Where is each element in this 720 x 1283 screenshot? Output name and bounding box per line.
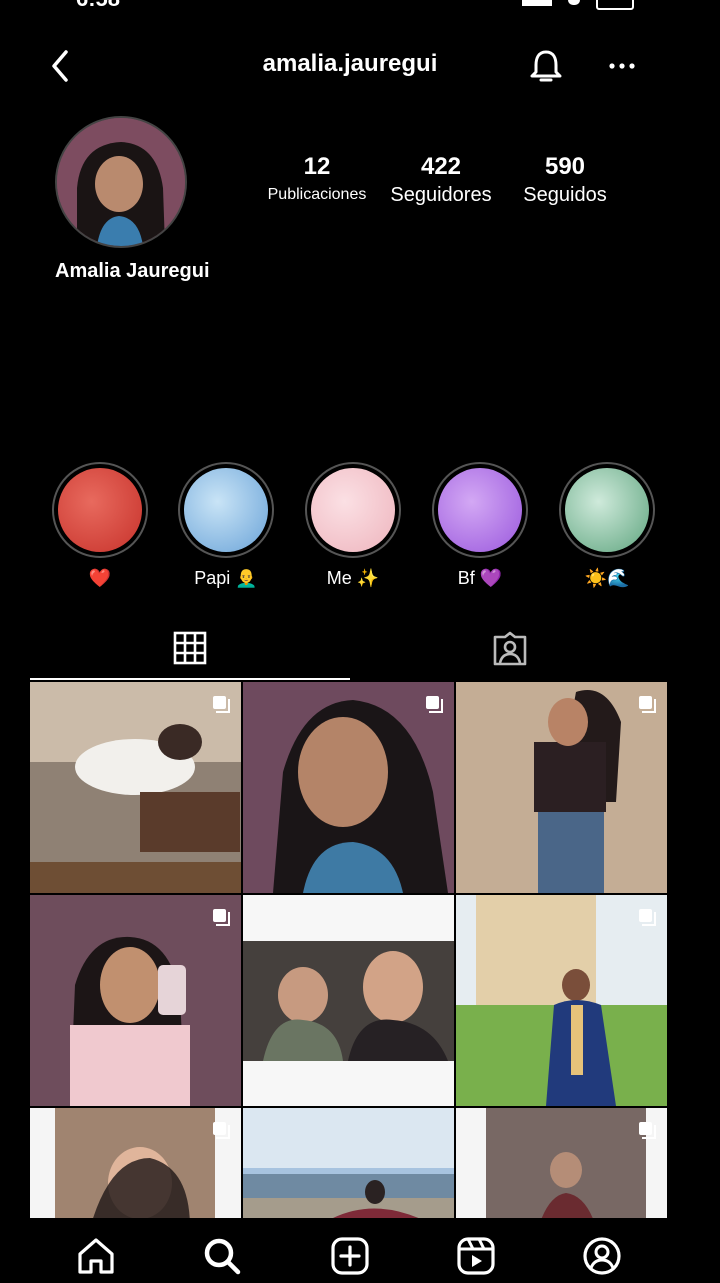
highlight-caption: ❤️ <box>88 568 112 588</box>
following-label: Seguidos <box>523 184 607 206</box>
highlight-cover <box>565 468 649 552</box>
followers-label: Seguidores <box>390 184 492 206</box>
posts-count: 12 <box>303 153 331 180</box>
highlight-item[interactable]: ❤️ <box>52 462 148 589</box>
profile-username: amalia.jauregui <box>262 50 438 77</box>
stat-posts[interactable]: 12 Publicaciones <box>256 152 378 208</box>
highlight-ring <box>178 462 274 558</box>
highlight-ring <box>432 462 528 558</box>
grid-icon <box>173 631 207 665</box>
multiple-photos-icon <box>213 1122 230 1139</box>
highlight-cover <box>184 468 268 552</box>
post-thumbnail[interactable] <box>30 682 241 893</box>
tab-posts-grid[interactable] <box>30 618 350 680</box>
post-thumbnail[interactable] <box>243 895 454 1106</box>
post-thumbnail[interactable] <box>243 1108 454 1218</box>
profile-tabs <box>30 618 670 680</box>
highlight-item[interactable]: Bf 💜 <box>432 462 528 589</box>
reels-icon[interactable] <box>454 1234 498 1278</box>
highlight-ring <box>305 462 401 558</box>
search-icon[interactable] <box>200 1234 244 1278</box>
following-count: 590 <box>544 153 586 180</box>
profile-full-name: Amalia Jauregui <box>55 260 210 282</box>
signal-icon <box>522 0 552 6</box>
profile-header: amalia.jauregui <box>0 36 720 96</box>
highlight-cover <box>311 468 395 552</box>
posts-grid <box>30 682 670 1218</box>
profile-avatar[interactable] <box>55 116 187 248</box>
highlight-caption: ☀️🌊 <box>584 568 630 588</box>
tab-tagged[interactable] <box>350 618 670 680</box>
highlight-caption: Bf 💜 <box>457 568 503 588</box>
post-thumbnail[interactable] <box>456 895 667 1106</box>
post-thumbnail[interactable] <box>30 1108 241 1218</box>
multiple-photos-icon <box>639 909 656 926</box>
more-options-icon[interactable] <box>600 44 644 88</box>
followers-count: 422 <box>420 153 462 180</box>
highlight-cover <box>438 468 522 552</box>
wifi-icon <box>568 0 580 5</box>
status-time: 6:58 <box>76 0 120 12</box>
profile-icon[interactable] <box>580 1234 624 1278</box>
add-post-icon[interactable] <box>328 1234 372 1278</box>
stat-following[interactable]: 590 Seguidos <box>504 152 626 208</box>
highlight-ring <box>559 462 655 558</box>
highlight-cover <box>58 468 142 552</box>
post-thumbnail[interactable] <box>456 682 667 893</box>
post-thumbnail[interactable] <box>243 682 454 893</box>
notification-bell-icon[interactable] <box>524 44 568 88</box>
multiple-photos-icon <box>639 696 656 713</box>
battery-icon <box>596 0 634 10</box>
highlight-caption: Me ✨ <box>326 568 380 588</box>
highlight-item[interactable]: Me ✨ <box>305 462 401 589</box>
multiple-photos-icon <box>213 696 230 713</box>
stat-followers[interactable]: 422 Seguidores <box>380 152 502 208</box>
bottom-navigation <box>0 1220 720 1280</box>
highlight-ring <box>52 462 148 558</box>
posts-label: Publicaciones <box>267 186 367 203</box>
tagged-person-icon <box>493 631 527 666</box>
multiple-photos-icon <box>213 909 230 926</box>
highlight-item[interactable]: Papi 👨‍🦲 <box>178 462 274 589</box>
post-thumbnail[interactable] <box>30 895 241 1106</box>
post-thumbnail[interactable] <box>456 1108 667 1218</box>
multiple-photos-icon <box>426 696 443 713</box>
highlight-caption: Papi 👨‍🦲 <box>194 568 258 588</box>
home-icon[interactable] <box>74 1234 118 1278</box>
multiple-photos-icon <box>639 1122 656 1139</box>
status-bar: 6:58 <box>0 0 720 12</box>
highlight-item[interactable]: ☀️🌊 <box>559 462 655 589</box>
